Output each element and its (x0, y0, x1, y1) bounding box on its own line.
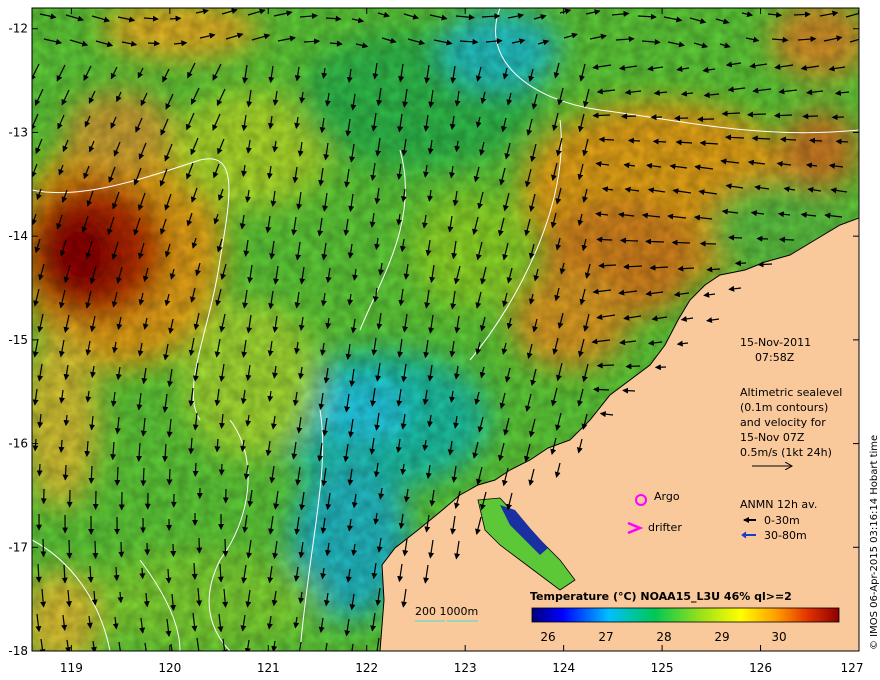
velocity-arrow-icon (66, 539, 73, 559)
time-label: 07:58Z (755, 351, 795, 364)
velocity-arrow-icon (596, 362, 615, 369)
depth-contour-label: 200 1000m (415, 605, 478, 618)
velocity-arrow-icon (88, 465, 95, 485)
velocity-arrow-icon (62, 464, 69, 481)
lon-tick-label: 127 (841, 661, 864, 675)
argo-label: Argo (654, 490, 680, 503)
anmn-shallow-label: 0-30m (764, 514, 800, 527)
velocity-arrow-icon (118, 541, 125, 558)
velocity-arrow-icon (809, 137, 823, 144)
velocity-arrow-icon (192, 462, 199, 477)
velocity-arrow-icon (721, 110, 741, 117)
lat-tick-label: -18 (8, 644, 28, 658)
alti-line-2: (0.1m contours) (740, 401, 828, 414)
velocity-arrow-icon (627, 137, 641, 144)
velocity-arrow-icon (169, 15, 182, 22)
velocity-arrow-icon (706, 266, 721, 273)
lat-tick-label: -12 (8, 22, 28, 36)
lat-tick-label: -16 (8, 437, 28, 451)
anmn-title: ANMN 12h av. (740, 498, 817, 511)
velocity-arrow-icon (793, 11, 812, 18)
lon-tick-label: 121 (257, 661, 280, 675)
velocity-arrow-icon (619, 237, 639, 244)
lon-tick-label: 119 (60, 661, 83, 675)
lon-tick-label: 123 (454, 661, 477, 675)
velocity-arrow-icon (671, 239, 691, 246)
velocity-arrow-icon (621, 113, 637, 120)
lon-tick-label: 122 (355, 661, 378, 675)
velocity-arrow-icon (596, 236, 613, 243)
velocity-arrow-icon (728, 234, 743, 241)
lon-tick-label: 125 (651, 661, 674, 675)
colorbar-tick: 26 (540, 630, 555, 644)
velocity-arrow-icon (622, 387, 636, 394)
colorbar-tick: 30 (771, 630, 786, 644)
velocity-arrow-icon (773, 112, 793, 119)
velocity-arrow-icon (625, 363, 641, 370)
velocity-arrow-icon (140, 467, 147, 487)
lat-tick-label: -17 (8, 540, 28, 554)
colorbar-gradient (531, 607, 840, 623)
velocity-arrow-icon (598, 136, 615, 143)
drifter-label: drifter (648, 521, 682, 534)
velocity-arrow-icon (36, 463, 43, 477)
velocity-arrow-icon (652, 138, 667, 145)
lon-tick-label: 120 (158, 661, 181, 675)
velocity-arrow-icon (835, 138, 849, 145)
lon-tick-label: 126 (749, 661, 772, 675)
velocity-arrow-icon (92, 540, 99, 560)
velocity-arrow-icon (40, 538, 47, 558)
colorbar-tick: 27 (598, 630, 613, 644)
colorbar-title: Temperature (°C) NOAA15_L3U 46% ql>=2 (530, 590, 792, 603)
velocity-arrow-icon (598, 262, 617, 269)
velocity-arrow-icon (218, 463, 225, 476)
lat-tick-label: -14 (8, 229, 28, 243)
date-label: 15-Nov-2011 (740, 336, 811, 349)
lat-tick-label: -15 (8, 333, 28, 347)
velocity-arrow-icon (147, 40, 161, 47)
lat-tick-label: -13 (8, 125, 28, 139)
velocity-arrow-icon (757, 261, 773, 268)
velocity-arrow-icon (802, 113, 819, 120)
velocity-arrow-icon (725, 134, 745, 141)
colorbar-tick: 29 (714, 630, 729, 644)
velocity-arrow-icon (751, 135, 771, 142)
velocity-arrow-icon (779, 136, 797, 143)
colorbar-tick: 28 (656, 630, 671, 644)
alti-line-3: and velocity for (740, 416, 826, 429)
anmn-deep-label: 30-80m (764, 529, 807, 542)
velocity-arrow-icon (645, 238, 665, 245)
lon-tick-label: 124 (552, 661, 575, 675)
imos-stamp: © IMOS 06-Apr-2015 03:16:14 Hobart time (869, 435, 880, 650)
alti-line-1: Altimetric sealevel (740, 386, 842, 399)
velocity-arrow-icon (166, 468, 173, 486)
velocity-arrow-icon (139, 567, 146, 580)
sst-map: 119 120 121 122 123 124 125 126 127 -12 -13 -14 -15… (8, 7, 880, 675)
alti-line-5: 0.5m/s (1kt 24h) (740, 446, 832, 459)
velocity-arrow-icon (779, 236, 795, 243)
velocity-arrow-icon (592, 386, 610, 393)
velocity-arrow-icon (222, 538, 229, 557)
velocity-arrow-icon (113, 566, 120, 582)
alti-line-4: 15-Nov 07Z (740, 431, 805, 444)
velocity-arrow-icon (592, 112, 611, 119)
velocity-arrow-icon (747, 111, 767, 118)
